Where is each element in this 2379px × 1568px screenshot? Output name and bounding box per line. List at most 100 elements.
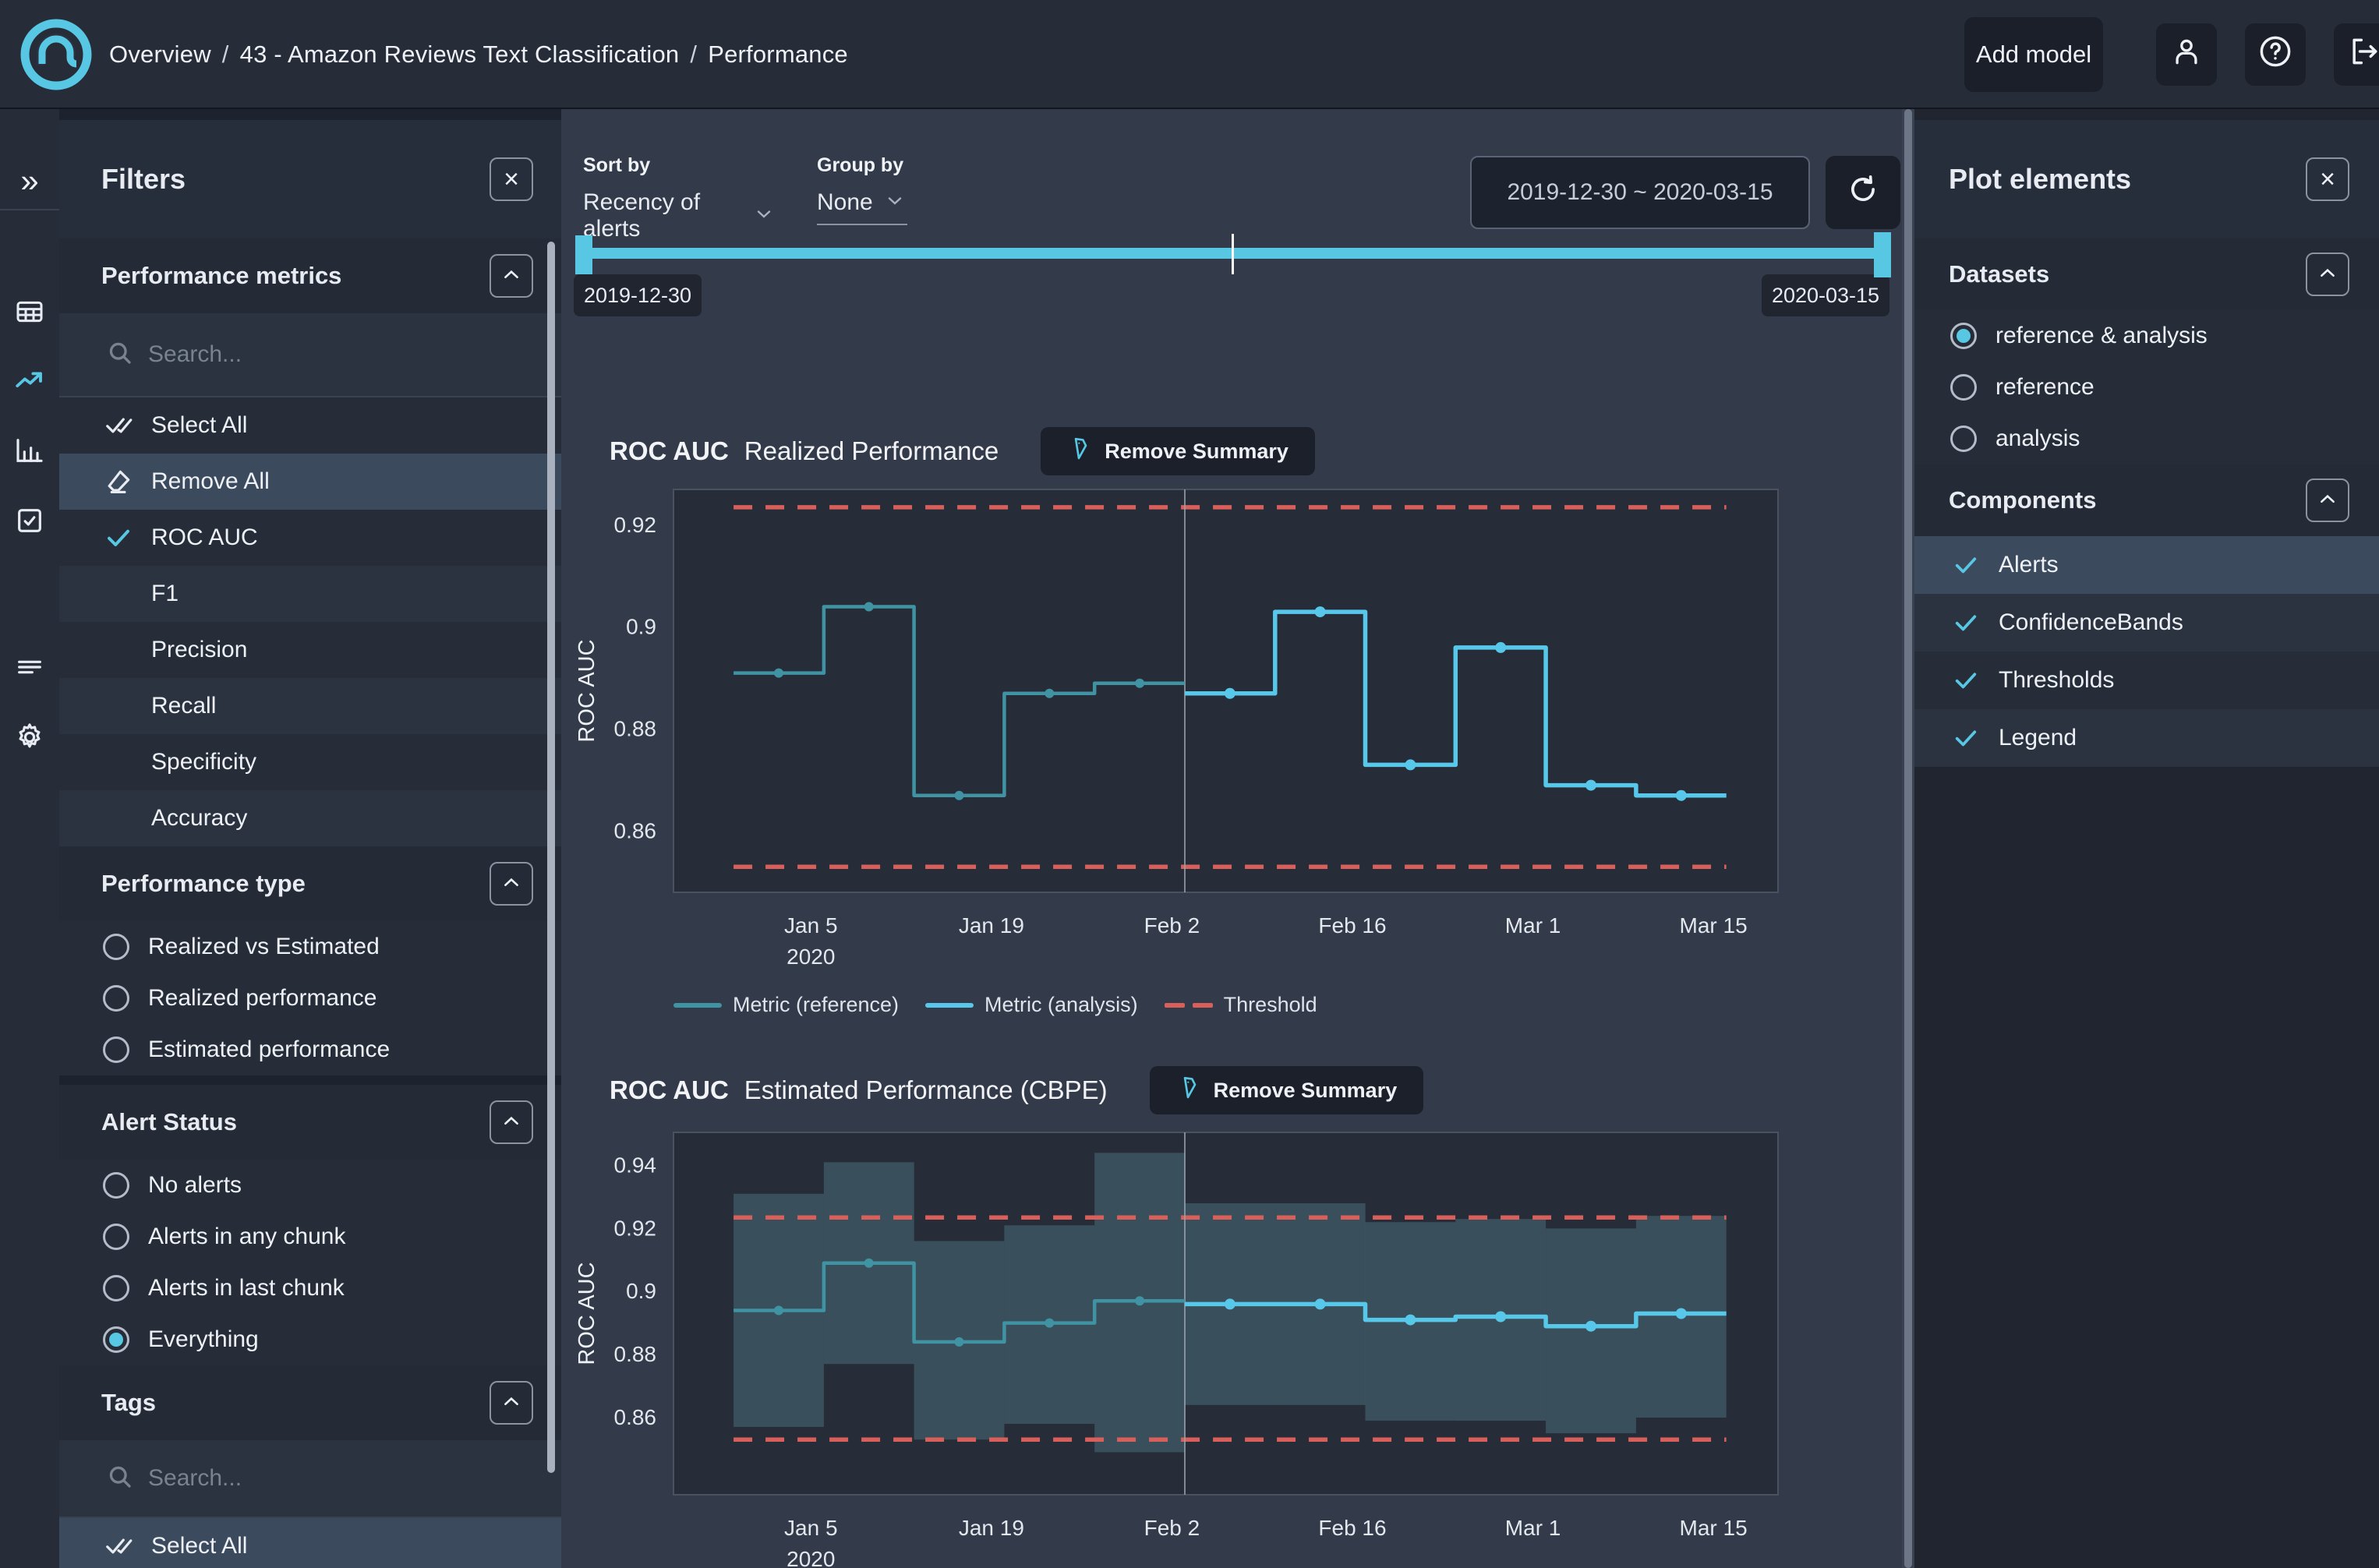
metrics-item-label: Specificity	[151, 749, 256, 775]
component-item-legend[interactable]: Legend	[1914, 709, 2379, 767]
component-label: ConfidenceBands	[1999, 609, 2183, 636]
group-by-group: Group by None	[817, 154, 907, 225]
breadcrumb-model[interactable]: 43 - Amazon Reviews Text Classification	[240, 41, 680, 69]
chart2-plot[interactable]: 0.860.880.90.920.94ROC AUCJan 52020Jan 1…	[558, 1126, 1805, 1568]
tags-title: Tags	[101, 1389, 156, 1417]
refresh-button[interactable]	[1826, 156, 1900, 229]
chart2-metric: ROC AUC	[610, 1075, 729, 1105]
group-by-value: None	[817, 189, 873, 216]
legend-item-threshold[interactable]: Threshold	[1165, 993, 1317, 1017]
dataset-option-analysis[interactable]: analysis	[1914, 413, 2379, 464]
component-label: Thresholds	[1999, 667, 2114, 694]
chart2-remove-summary-button[interactable]: Remove Summary	[1150, 1066, 1424, 1114]
alert-status-option-last-chunk[interactable]: Alerts in last chunk	[59, 1263, 561, 1314]
metrics-item-select-all[interactable]: Select All	[59, 397, 561, 454]
datasets-title: Datasets	[1949, 260, 2049, 288]
logs-icon[interactable]	[12, 650, 47, 684]
time-slider-partition-marker	[1232, 234, 1234, 274]
plot-elements-close-button[interactable]: ×	[2306, 157, 2349, 201]
metrics-item-label: Remove All	[151, 468, 270, 495]
performance-trend-icon[interactable]	[12, 364, 47, 398]
legend-item-reference[interactable]: Metric (reference)	[673, 993, 899, 1017]
main-scrollbar[interactable]	[1904, 109, 1912, 1568]
close-icon: ×	[504, 164, 519, 195]
time-slider-right-handle[interactable]	[1874, 232, 1891, 277]
component-item-alerts[interactable]: Alerts	[1914, 536, 2379, 594]
datasets-collapse-button[interactable]	[2306, 253, 2349, 296]
rail-divider	[0, 209, 59, 210]
date-range-input[interactable]: 2019-12-30 ~ 2020-03-15	[1470, 156, 1810, 229]
settings-gear-icon[interactable]	[12, 720, 47, 754]
dataset-option-label: analysis	[1995, 426, 2080, 452]
metrics-item-accuracy[interactable]: Accuracy	[59, 790, 561, 846]
breadcrumb-overview[interactable]: Overview	[109, 41, 211, 69]
data-grid-icon[interactable]	[12, 295, 47, 329]
metrics-item-f1[interactable]: F1	[59, 566, 561, 622]
metrics-item-specificity[interactable]: Specificity	[59, 734, 561, 790]
bar-chart-icon[interactable]	[12, 433, 47, 468]
metrics-item-roc-auc[interactable]: ROC AUC	[59, 510, 561, 566]
svg-text:Feb 16: Feb 16	[1318, 1516, 1386, 1540]
breadcrumb-separator: /	[211, 41, 240, 69]
threshold-dash-swatch	[1165, 1003, 1213, 1008]
svg-text:0.92: 0.92	[614, 1216, 657, 1240]
help-button[interactable]	[2245, 23, 2306, 86]
filters-scrollbar[interactable]	[547, 242, 555, 1473]
breadcrumb-performance[interactable]: Performance	[708, 41, 848, 69]
group-by-dropdown[interactable]: None	[817, 189, 907, 225]
metrics-collapse-button[interactable]	[490, 254, 533, 298]
legend-item-analysis[interactable]: Metric (analysis)	[925, 993, 1138, 1017]
check-icon	[1950, 549, 1981, 581]
svg-text:Jan 19: Jan 19	[959, 1516, 1024, 1540]
performance-type-title: Performance type	[101, 870, 306, 898]
chevron-up-icon	[501, 1111, 521, 1134]
alert-status-option-everything[interactable]: Everything	[59, 1314, 561, 1365]
logout-button[interactable]	[2334, 23, 2379, 86]
user-icon	[2169, 34, 2204, 75]
alert-status-option-any-chunk[interactable]: Alerts in any chunk	[59, 1211, 561, 1263]
filters-header: Filters	[59, 120, 561, 238]
tags-header: Tags	[59, 1365, 561, 1440]
dataset-option-label: reference	[1995, 374, 2094, 401]
top-bar: Overview / 43 - Amazon Reviews Text Clas…	[0, 0, 2379, 109]
svg-text:0.88: 0.88	[614, 1342, 657, 1366]
metrics-item-precision[interactable]: Precision	[59, 622, 561, 678]
alert-status-option-no-alerts[interactable]: No alerts	[59, 1160, 561, 1211]
component-item-thresholds[interactable]: Thresholds	[1914, 652, 2379, 709]
tags-collapse-button[interactable]	[490, 1381, 533, 1425]
performance-type-option-realized-vs-estimated[interactable]: Realized vs Estimated	[59, 921, 561, 973]
chart1-remove-summary-button[interactable]: Remove Summary	[1041, 427, 1315, 475]
slider-end-date: 2020-03-15	[1762, 274, 1889, 316]
tags-item-select-all[interactable]: Select All	[59, 1518, 561, 1568]
radio-icon	[1950, 374, 1977, 401]
sort-by-value: Recency of alerts	[583, 189, 742, 242]
metrics-item-recall[interactable]: Recall	[59, 678, 561, 734]
components-collapse-button[interactable]	[2306, 479, 2349, 522]
report-icon[interactable]	[12, 503, 47, 538]
filters-close-button[interactable]: ×	[490, 157, 533, 201]
performance-type-collapse-button[interactable]	[490, 862, 533, 906]
breadcrumb: Overview / 43 - Amazon Reviews Text Clas…	[109, 0, 848, 109]
sort-by-dropdown[interactable]: Recency of alerts	[583, 189, 773, 252]
add-model-button[interactable]: Add model	[1964, 17, 2103, 92]
tags-search-input[interactable]	[148, 1465, 444, 1492]
expand-sidebar-icon[interactable]: »	[12, 164, 47, 198]
user-button[interactable]	[2156, 23, 2217, 86]
performance-type-option-estimated[interactable]: Estimated performance	[59, 1024, 561, 1075]
tags-search	[59, 1440, 561, 1518]
option-label: No alerts	[148, 1172, 242, 1199]
component-item-confidence-bands[interactable]: ConfidenceBands	[1914, 594, 2379, 652]
metrics-search-input[interactable]	[148, 341, 444, 368]
performance-type-option-realized[interactable]: Realized performance	[59, 973, 561, 1024]
dataset-option-reference[interactable]: reference	[1914, 362, 2379, 413]
metrics-item-remove-all[interactable]: Remove All	[59, 454, 561, 510]
radio-icon	[103, 1275, 129, 1301]
alert-status-collapse-button[interactable]	[490, 1100, 533, 1144]
chart1-plot[interactable]: 0.860.880.90.92ROC AUCJan 52020Jan 19Feb…	[558, 483, 1805, 976]
time-slider-left-handle[interactable]	[575, 235, 592, 274]
dataset-option-reference-and-analysis[interactable]: reference & analysis	[1914, 310, 2379, 362]
chevron-up-icon	[501, 873, 521, 895]
radio-selected-icon	[1950, 323, 1977, 349]
left-icon-rail: »	[0, 109, 59, 1568]
option-label: Alerts in any chunk	[148, 1224, 345, 1250]
